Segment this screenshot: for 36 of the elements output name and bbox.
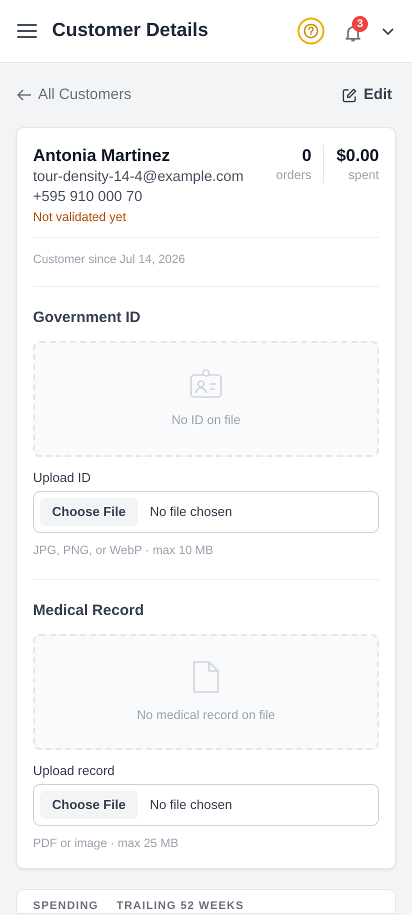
choose-file-button[interactable]: Choose File [40, 791, 138, 819]
customer-email: tour-density-14-4@example.com [33, 168, 244, 187]
page-title: Customer Details [52, 18, 208, 43]
section-title: SPENDING [33, 899, 98, 913]
customer-phone: +595 910 000 70 [33, 188, 144, 207]
file-input[interactable]: Choose File No file chosen [33, 491, 379, 533]
empty-state-text: No ID on file [172, 412, 240, 429]
help-icon[interactable] [297, 17, 325, 45]
stat-value: 0 [302, 145, 312, 167]
file-status: No file chosen [150, 503, 232, 522]
field-label: Upload record [33, 762, 116, 780]
notification-badge: 3 [352, 16, 368, 32]
section-subtitle: TRAILING 52 WEEKS [116, 899, 244, 913]
menu-icon[interactable] [17, 23, 37, 39]
file-status: No file chosen [150, 796, 232, 814]
hint-text: PDF or image · max 25 MB [33, 835, 180, 852]
customer-since: Customer since Jul 14, 2026 [33, 251, 186, 268]
empty-state-text: No medical record on file [136, 706, 276, 724]
edit-button[interactable]: Edit [338, 80, 396, 110]
notifications-button[interactable]: 3 [343, 19, 365, 43]
id-badge-icon [190, 368, 222, 399]
document-icon [192, 660, 220, 694]
field-label: Upload ID [33, 469, 92, 487]
hint-text: JPG, PNG, or WebP · max 10 MB [33, 542, 214, 559]
section-heading: Medical Record [33, 601, 145, 621]
choose-file-button[interactable]: Choose File [40, 498, 138, 526]
section-heading: Government ID [33, 308, 142, 328]
stat-value: $0.00 [336, 145, 379, 167]
stat-label: orders [276, 167, 312, 183]
stat-label: spent [348, 167, 379, 183]
back-link[interactable]: All Customers [16, 84, 132, 106]
customer-name: Antonia Martinez [33, 145, 171, 167]
file-input[interactable]: Choose File No file chosen [33, 784, 379, 826]
validation-status: Not validated yet [33, 209, 128, 226]
edit-icon [342, 88, 357, 102]
arrow-left-icon [16, 88, 32, 102]
